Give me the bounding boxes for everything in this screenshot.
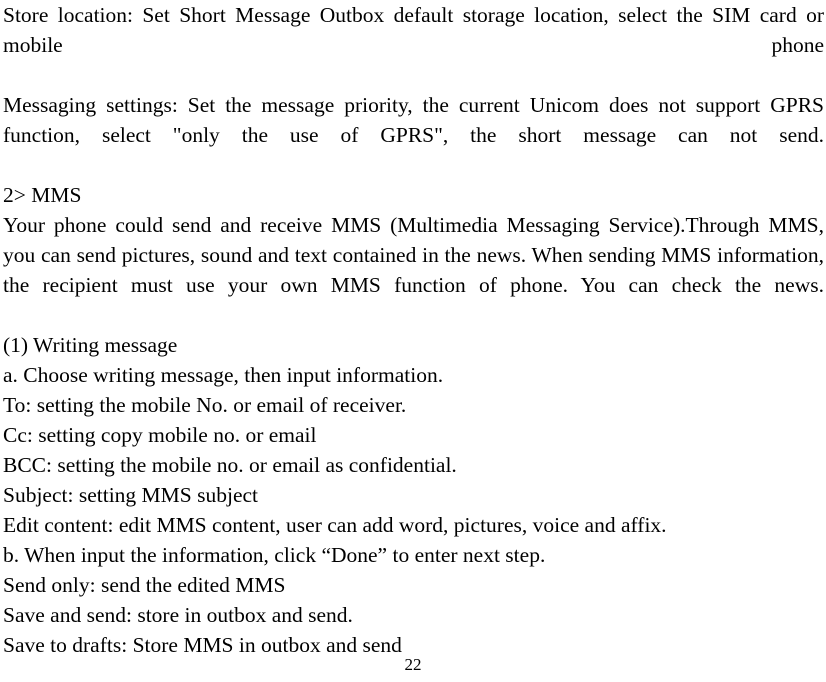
line-field-to: To: setting the mobile No. or email of r…: [3, 393, 407, 417]
page-body-text: Store location: Set Short Message Outbox…: [3, 0, 824, 660]
line-step-a: a. Choose writing message, then input in…: [3, 363, 444, 387]
line-field-subject: Subject: setting MMS subject: [3, 483, 259, 507]
line-option-save-and-send: Save and send: store in outbox and send.: [3, 603, 353, 627]
document-page: Store location: Set Short Message Outbox…: [0, 0, 826, 682]
line-option-send-only: Send only: send the edited MMS: [3, 573, 286, 597]
heading-writing-message: (1) Writing message: [3, 333, 178, 357]
line-field-edit-content: Edit content: edit MMS content, user can…: [3, 513, 667, 537]
heading-mms: 2> MMS: [3, 183, 82, 207]
paragraph-store-location: Store location: Set Short Message Outbox…: [3, 3, 824, 57]
line-field-bcc: BCC: setting the mobile no. or email as …: [3, 453, 457, 477]
line-field-cc: Cc: setting copy mobile no. or email: [3, 423, 317, 447]
paragraph-messaging-settings: Messaging settings: Set the message prio…: [3, 93, 824, 147]
paragraph-mms-intro: Your phone could send and receive MMS (M…: [3, 213, 824, 297]
line-step-b: b. When input the information, click “Do…: [3, 543, 546, 567]
page-number: 22: [404, 655, 422, 674]
